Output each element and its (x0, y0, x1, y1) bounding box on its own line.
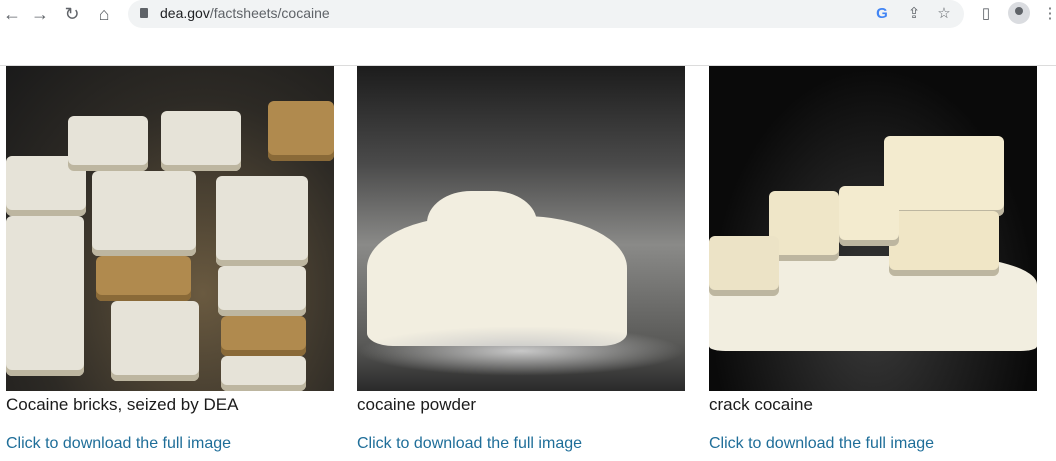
back-icon[interactable]: ← (0, 3, 24, 25)
lock-icon (140, 8, 148, 18)
download-full-image-link[interactable]: Click to download the full image (6, 435, 334, 453)
bookmark-star-icon[interactable]: ☆ (934, 4, 954, 24)
google-icon[interactable]: G (872, 4, 892, 24)
home-icon[interactable]: ⌂ (92, 3, 116, 25)
address-bar[interactable]: dea.gov/factsheets/cocaine G ⇪ ☆ (128, 0, 964, 28)
image-caption: cocaine powder (357, 395, 477, 414)
url-text[interactable]: dea.gov/factsheets/cocaine (160, 5, 330, 21)
image-caption: Cocaine bricks, seized by DEA (6, 395, 239, 414)
share-icon[interactable]: ⇪ (904, 4, 924, 24)
browser-toolbar: ← → ↻ ⌂ dea.gov/factsheets/cocaine G ⇪ ☆… (0, 0, 1056, 28)
cocaine-bricks-photo[interactable] (6, 66, 334, 391)
profile-avatar-icon[interactable] (1008, 2, 1030, 24)
crack-cocaine-photo[interactable] (709, 66, 1037, 391)
download-full-image-link[interactable]: Click to download the full image (357, 435, 685, 453)
image-caption: crack cocaine (709, 395, 813, 414)
url-path: /factsheets/cocaine (209, 5, 330, 21)
url-domain: dea.gov (160, 5, 210, 21)
image-card-bricks: Cocaine bricks, seized by DEA Click to d… (6, 66, 334, 453)
download-full-image-link[interactable]: Click to download the full image (709, 435, 1037, 453)
side-panel-icon[interactable]: ▯ (976, 4, 996, 24)
image-card-crack: crack cocaine Click to download the full… (709, 66, 1037, 453)
menu-kebab-icon[interactable]: ⋮ (1040, 4, 1056, 24)
forward-icon[interactable]: → (28, 3, 52, 25)
cocaine-powder-photo[interactable] (357, 66, 685, 391)
reload-icon[interactable]: ↻ (60, 3, 84, 25)
image-card-powder: cocaine powder Click to download the ful… (357, 66, 685, 453)
